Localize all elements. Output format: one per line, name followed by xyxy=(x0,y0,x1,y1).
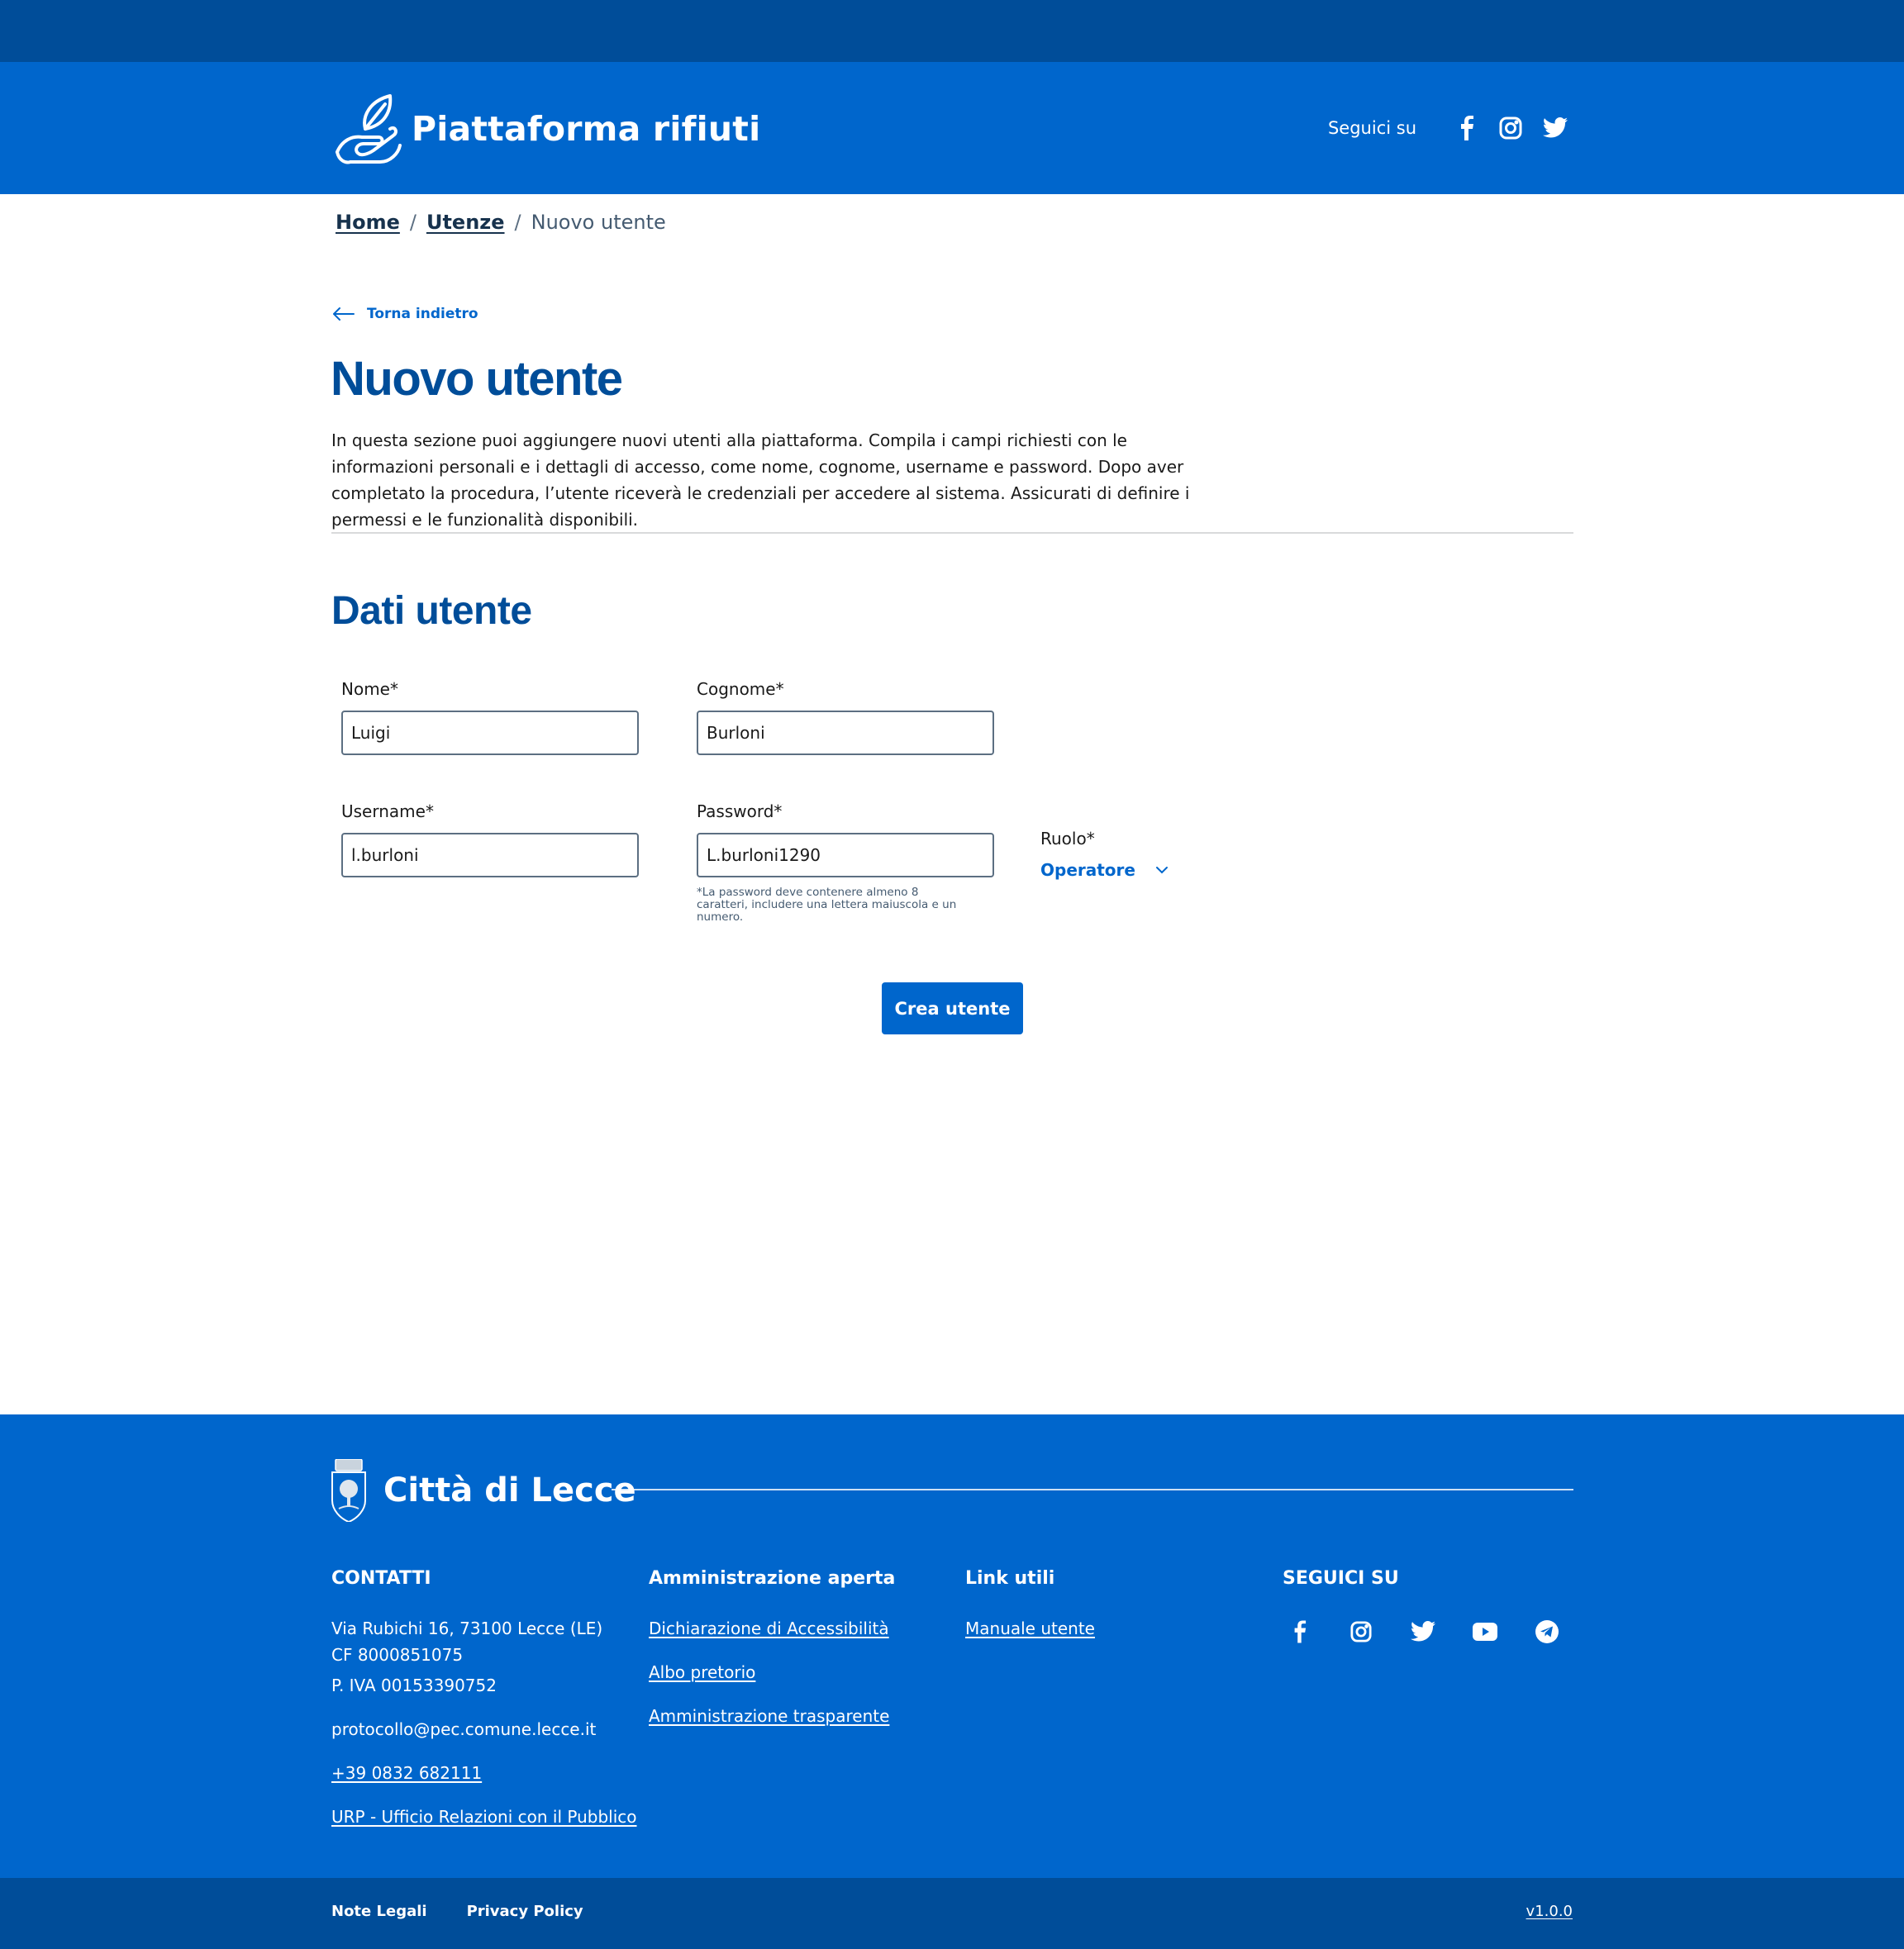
main-header xyxy=(0,62,1904,194)
city-crest-icon xyxy=(331,1459,366,1522)
admin-title: Amministrazione aperta xyxy=(649,1568,896,1589)
instagram-icon[interactable] xyxy=(1494,112,1527,145)
breadcrumb: Home / Utenze / Nuovo utente xyxy=(336,211,666,234)
contacts-title: CONTATTI xyxy=(331,1568,431,1589)
password-help: *La password deve contenere almeno 8 car… xyxy=(697,886,957,924)
footer: Città di Lecce CONTATTI Via Rubichi 16, … xyxy=(0,1414,1904,1878)
nome-label: Nome* xyxy=(341,679,398,699)
albo-link[interactable]: Albo pretorio xyxy=(649,1662,755,1682)
username-label: Username* xyxy=(341,801,434,821)
footer-admin: Amministrazione aperta Dichiarazione di … xyxy=(649,1568,895,1729)
contact-urp-link[interactable]: URP - Ufficio Relazioni con il Pubblico xyxy=(331,1807,637,1827)
ruolo-group: Ruolo* Operatore xyxy=(1040,829,1169,880)
facebook-icon[interactable] xyxy=(1449,112,1483,145)
youtube-icon[interactable] xyxy=(1468,1615,1502,1648)
section-title: Dati utente xyxy=(331,589,532,633)
brand[interactable]: Piattaforma rifiuti xyxy=(332,93,760,165)
version-link[interactable]: v1.0.0 xyxy=(1526,1903,1573,1920)
breadcrumb-users[interactable]: Utenze xyxy=(426,211,505,234)
breadcrumb-separator: / xyxy=(409,211,416,234)
follow-label: Seguici su xyxy=(1327,118,1416,138)
nome-input[interactable]: Luigi xyxy=(341,711,639,755)
divider xyxy=(331,532,1573,534)
footer-divider xyxy=(612,1489,1573,1490)
footer-brand[interactable]: Città di Lecce xyxy=(331,1459,636,1522)
nome-group: Nome* Luigi xyxy=(341,679,639,755)
contact-phone-link[interactable]: +39 0832 682111 xyxy=(331,1763,482,1783)
footer-links: Link utili Manuale utente xyxy=(965,1568,1095,1642)
transparency-link[interactable]: Amministrazione trasparente xyxy=(649,1706,889,1726)
breadcrumb-home[interactable]: Home xyxy=(336,211,400,234)
footer-contacts: CONTATTI Via Rubichi 16, 73100 Lecce (LE… xyxy=(331,1568,637,1830)
password-input[interactable]: L.burloni1290 xyxy=(697,833,994,877)
password-group: Password* L.burloni1290 xyxy=(697,801,994,877)
header-social: Seguici su xyxy=(1328,107,1572,149)
ruolo-label: Ruolo* xyxy=(1040,829,1095,849)
facebook-icon[interactable] xyxy=(1283,1615,1316,1648)
accessibility-link[interactable]: Dichiarazione di Accessibilità xyxy=(649,1619,889,1638)
chevron-down-icon xyxy=(1155,867,1168,874)
leaf-hand-logo-icon xyxy=(336,94,402,164)
site-title: Piattaforma rifiuti xyxy=(412,109,761,149)
contact-pec: protocollo@pec.comune.lecce.it xyxy=(331,1719,597,1739)
create-user-button[interactable]: Crea utente xyxy=(882,982,1023,1034)
page-intro: In questa sezione puoi aggiungere nuovi … xyxy=(331,430,1190,530)
contact-address: Via Rubichi 16, 73100 Lecce (LE) xyxy=(331,1619,603,1638)
cognome-label: Cognome* xyxy=(697,679,784,699)
breadcrumb-separator: / xyxy=(514,211,521,234)
cognome-group: Cognome* Burloni xyxy=(697,679,994,755)
instagram-icon[interactable] xyxy=(1345,1615,1378,1648)
footer-brand-name: Città di Lecce xyxy=(383,1471,636,1509)
social-title: SEGUICI SU xyxy=(1283,1568,1399,1589)
twitter-icon[interactable] xyxy=(1539,112,1572,145)
back-link-label: Torna indietro xyxy=(367,306,478,322)
cognome-input[interactable]: Burloni xyxy=(697,711,994,755)
manual-link[interactable]: Manuale utente xyxy=(965,1619,1095,1638)
privacy-policy-link[interactable]: Privacy Policy xyxy=(467,1903,583,1920)
slim-header xyxy=(0,0,1904,62)
page-title: Nuovo utente xyxy=(331,352,623,406)
ruolo-select[interactable]: Operatore xyxy=(1040,860,1169,880)
arrow-left-icon xyxy=(333,307,355,321)
ruolo-selected: Operatore xyxy=(1040,860,1135,880)
twitter-icon[interactable] xyxy=(1407,1615,1440,1648)
breadcrumb-current: Nuovo utente xyxy=(531,211,666,234)
contact-piva: P. IVA 00153390752 xyxy=(331,1676,497,1695)
links-title: Link utili xyxy=(965,1568,1055,1589)
legal-notes-link[interactable]: Note Legali xyxy=(331,1903,427,1920)
back-link[interactable]: Torna indietro xyxy=(332,306,478,322)
password-label: Password* xyxy=(697,801,783,821)
username-group: Username* l.burloni xyxy=(341,801,639,877)
contact-cf: CF 8000851075 xyxy=(331,1645,464,1665)
telegram-icon[interactable] xyxy=(1530,1615,1564,1648)
footer-social: SEGUICI SU xyxy=(1283,1568,1592,1648)
username-input[interactable]: l.burloni xyxy=(341,833,639,877)
bottom-bar: Note Legali Privacy Policy v1.0.0 xyxy=(0,1878,1904,1949)
